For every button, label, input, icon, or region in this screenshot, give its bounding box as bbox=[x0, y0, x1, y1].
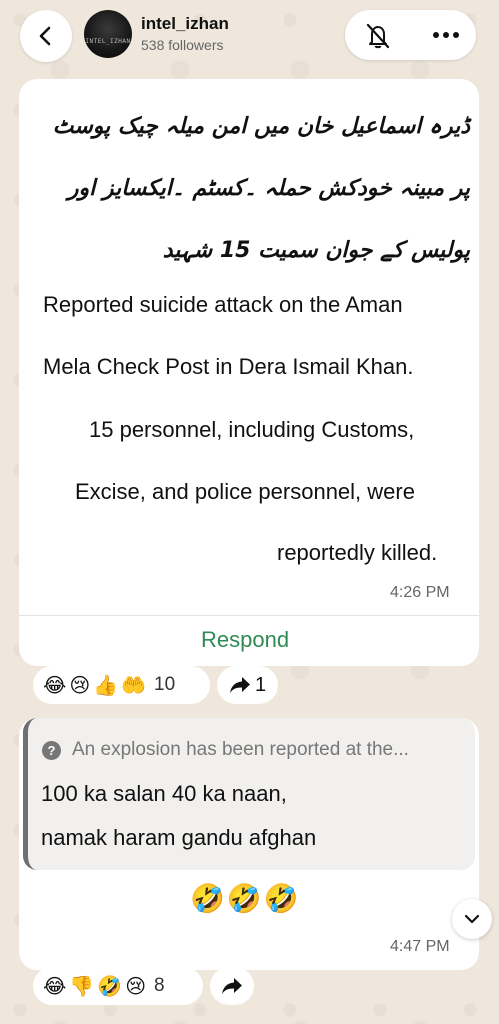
respond-button[interactable]: Respond bbox=[201, 627, 289, 653]
reaction-emoji: 😢 bbox=[69, 674, 91, 697]
message2-line-1: 100 ka salan 40 ka naan, bbox=[41, 781, 287, 806]
forward-icon bbox=[222, 978, 242, 994]
more-horizontal-icon bbox=[433, 32, 459, 38]
reaction-emoji: 🤣 bbox=[97, 975, 123, 998]
reaction-emoji: 😂 bbox=[43, 674, 67, 697]
followers-count: 538 followers bbox=[141, 37, 224, 53]
scroll-down-button[interactable] bbox=[452, 899, 492, 939]
reaction-emoji: 😂 bbox=[43, 975, 67, 998]
bell-off-icon bbox=[366, 23, 390, 49]
avatar-text: INTEL_IZHAN bbox=[85, 38, 131, 45]
reaction-emoji: 😢 bbox=[125, 975, 147, 998]
channel-name[interactable]: intel_izhan bbox=[141, 14, 229, 34]
urdu-message-text: ڈیرہ اسماعیل خان میں امن میلہ چیک پوسٹ پ… bbox=[52, 114, 470, 263]
quoted-text: An explosion has been reported at the... bbox=[72, 739, 409, 760]
divider bbox=[19, 615, 479, 616]
message-time-1: 4:26 PM bbox=[390, 584, 450, 601]
back-button[interactable] bbox=[20, 10, 72, 62]
english-line-1: Reported suicide attack on the Aman bbox=[43, 292, 403, 317]
reaction-count: 10 bbox=[154, 674, 176, 695]
message2-line-2: namak haram gandu afghan bbox=[41, 825, 317, 850]
reaction-emoji: 👎 bbox=[69, 975, 95, 998]
forward-button-2[interactable] bbox=[210, 967, 254, 1005]
forward-button-1[interactable]: 1 bbox=[217, 666, 278, 704]
more-options-button[interactable] bbox=[425, 18, 467, 52]
reaction-emoji: 👍 bbox=[93, 674, 119, 697]
english-line-3: 15 personnel, including Customs, bbox=[89, 417, 415, 442]
mute-button[interactable] bbox=[361, 18, 395, 52]
english-line-2: Mela Check Post in Dera Ismail Khan. bbox=[43, 354, 414, 379]
forward-icon bbox=[229, 677, 250, 693]
channel-avatar[interactable]: INTEL_IZHAN bbox=[84, 10, 132, 58]
reaction-emoji: 🤲 bbox=[121, 674, 147, 697]
reactions-pill-1[interactable]: 😂 😢 👍 🤲 10 bbox=[33, 666, 210, 704]
forward-count: 1 bbox=[254, 673, 267, 696]
chevron-left-icon bbox=[39, 26, 51, 46]
header-actions bbox=[345, 10, 476, 60]
question-circle-icon: ? bbox=[42, 741, 61, 760]
message-time-2: 4:47 PM bbox=[390, 938, 450, 955]
english-line-5: reportedly killed. bbox=[277, 540, 438, 565]
reaction-count: 8 bbox=[154, 975, 165, 996]
english-line-4: Excise, and police personnel, were bbox=[75, 479, 415, 504]
reactions-pill-2[interactable]: 😂 👎 🤣 😢 8 bbox=[33, 967, 203, 1005]
emoji-message: 🤣🤣🤣 bbox=[190, 883, 301, 914]
chevron-down-icon bbox=[464, 914, 480, 924]
